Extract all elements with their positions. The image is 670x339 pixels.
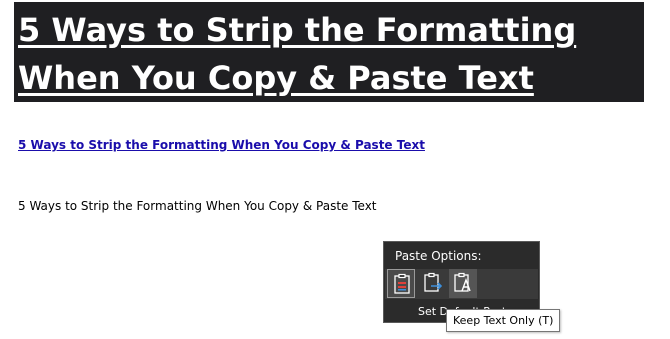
pasted-heading-block[interactable]: 5 Ways to Strip the Formatting When You … <box>14 2 644 102</box>
heading-line-1: 5 Ways to Strip the Formatting <box>18 11 577 49</box>
paste-options-title: Paste Options: <box>395 249 482 263</box>
merge-formatting-button[interactable] <box>419 269 447 298</box>
keep-source-formatting-button[interactable] <box>387 269 415 298</box>
heading-line-2: When You Copy & Paste Text <box>18 59 534 97</box>
keep-text-only-button[interactable] <box>449 269 477 298</box>
pasted-link-text[interactable]: 5 Ways to Strip the Formatting When You … <box>18 138 425 152</box>
document-page: 5 Ways to Strip the Formatting When You … <box>0 0 670 339</box>
keep-text-only-icon <box>454 272 471 292</box>
paste-options-icon-row <box>385 269 538 299</box>
keep-source-formatting-icon <box>394 273 410 294</box>
keep-text-only-tooltip: Keep Text Only (T) <box>446 309 561 332</box>
merge-formatting-icon <box>424 272 443 292</box>
pasted-plain-text[interactable]: 5 Ways to Strip the Formatting When You … <box>18 199 377 213</box>
